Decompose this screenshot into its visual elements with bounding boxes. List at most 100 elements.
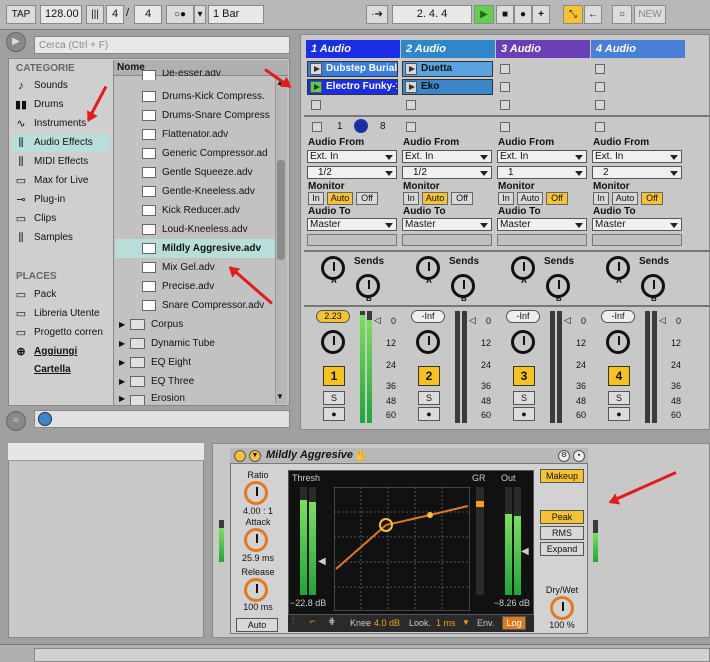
makeup-button[interactable]: Makeup bbox=[540, 469, 584, 483]
arrangement-position[interactable]: 2. 4. 4 bbox=[392, 5, 472, 24]
audio-to-select[interactable]: Master bbox=[307, 218, 397, 231]
attack-value[interactable]: 25.9 ms bbox=[234, 553, 282, 563]
clip-stop-icon[interactable] bbox=[595, 82, 605, 92]
back-to-arrangement-icon[interactable]: ← bbox=[584, 5, 602, 24]
expand-icon[interactable]: ▶ bbox=[119, 334, 125, 353]
drywet-value[interactable]: 100 % bbox=[540, 620, 584, 630]
audio-from-select[interactable]: Ext. In bbox=[497, 150, 587, 163]
scroll-thumb[interactable] bbox=[277, 160, 285, 260]
attack-knob[interactable] bbox=[244, 528, 268, 552]
track-stop-icon[interactable] bbox=[500, 122, 510, 132]
file-item[interactable]: Drums-Kick Compress. bbox=[115, 87, 275, 106]
arm-button[interactable]: ● bbox=[608, 407, 630, 421]
track-activator-button[interactable]: 4 bbox=[608, 366, 630, 386]
scroll-down-icon[interactable]: ▼ bbox=[276, 392, 284, 401]
clip-stop-icon[interactable] bbox=[500, 100, 510, 110]
clip-play-icon[interactable] bbox=[405, 63, 417, 75]
collapsed-view-icon[interactable]: ⫶ bbox=[292, 616, 294, 627]
place-user-library[interactable]: ▭ Libreria Utente bbox=[12, 305, 110, 323]
monitor-in-button[interactable]: In bbox=[403, 192, 419, 205]
transfer-view-icon[interactable]: ⌐ bbox=[310, 616, 315, 626]
audio-to-select[interactable]: Master bbox=[497, 218, 587, 231]
expand-button[interactable]: Expand bbox=[540, 542, 584, 556]
audio-to-select[interactable]: Master bbox=[402, 218, 492, 231]
clip-stop-icon[interactable] bbox=[500, 82, 510, 92]
overdub-button[interactable]: + bbox=[532, 5, 550, 24]
monitor-auto-button[interactable]: Auto bbox=[327, 192, 353, 205]
file-item[interactable]: Kick Reducer.adv bbox=[115, 201, 275, 220]
expand-icon[interactable]: ▶ bbox=[119, 372, 125, 391]
category-clips[interactable]: ▭ Clips bbox=[12, 210, 110, 228]
monitor-auto-button[interactable]: Auto bbox=[422, 192, 448, 205]
record-button[interactable]: ● bbox=[514, 5, 532, 24]
peak-button[interactable]: Peak bbox=[540, 510, 584, 524]
empty-routing-field[interactable] bbox=[307, 234, 397, 246]
file-item[interactable]: Drums-Snare Compress bbox=[115, 106, 275, 125]
category-plug-in[interactable]: ⊸ Plug-in bbox=[12, 191, 110, 209]
transfer-curve-graph[interactable] bbox=[334, 487, 470, 611]
folder-item[interactable]: ▶ Corpus bbox=[115, 315, 275, 334]
lookahead-dropdown-icon[interactable]: ▼ bbox=[462, 618, 470, 627]
pan-knob[interactable] bbox=[416, 330, 440, 354]
ratio-knob[interactable] bbox=[244, 481, 268, 505]
track-header[interactable]: 1 Audio bbox=[306, 40, 400, 58]
auto-release-button[interactable]: Auto bbox=[236, 618, 278, 632]
place-pack[interactable]: ▭ Pack bbox=[12, 286, 110, 304]
hand-icon[interactable]: ✋ bbox=[354, 449, 368, 462]
arm-button[interactable]: ● bbox=[418, 407, 440, 421]
empty-routing-field[interactable] bbox=[592, 234, 682, 246]
cue-dot-icon[interactable] bbox=[354, 119, 368, 133]
knee-value[interactable]: 4.0 dB bbox=[374, 618, 400, 628]
metronome-icon[interactable]: ○● bbox=[166, 5, 194, 24]
track-activator-button[interactable]: 2 bbox=[418, 366, 440, 386]
threshold-slider-icon[interactable]: ◀ bbox=[318, 556, 326, 567]
file-item[interactable]: Generic Compressor.ad bbox=[115, 144, 275, 163]
channel-select[interactable]: 1 bbox=[497, 166, 587, 179]
file-item[interactable]: Flattenator.adv bbox=[115, 125, 275, 144]
audio-to-select[interactable]: Master bbox=[592, 218, 682, 231]
monitor-off-button[interactable]: Off bbox=[641, 192, 663, 205]
volume-field[interactable]: -Inf bbox=[601, 310, 635, 323]
volume-field[interactable]: -Inf bbox=[411, 310, 445, 323]
device-fold-icon[interactable]: ▼ bbox=[249, 450, 261, 462]
browser-search-input[interactable]: Cerca (Ctrl + F) bbox=[34, 36, 290, 54]
file-item[interactable]: Mix Gel.adv bbox=[115, 258, 275, 277]
envelope-log-button[interactable]: Log bbox=[502, 616, 526, 630]
file-item[interactable]: Loud-Kneeless.adv bbox=[115, 220, 275, 239]
category-max-for-live[interactable]: ▭ Max for Live bbox=[12, 172, 110, 190]
pan-knob[interactable] bbox=[321, 330, 345, 354]
monitor-off-button[interactable]: Off bbox=[451, 192, 473, 205]
clip-stop-icon[interactable] bbox=[595, 64, 605, 74]
punch-icon[interactable]: ○ bbox=[612, 5, 632, 24]
track-stop-icon[interactable] bbox=[406, 122, 416, 132]
automation-arm-icon[interactable]: ⤡ bbox=[563, 5, 583, 24]
file-item[interactable]: De-esser.adv bbox=[115, 70, 275, 80]
pan-knob[interactable] bbox=[606, 330, 630, 354]
monitor-auto-button[interactable]: Auto bbox=[517, 192, 543, 205]
volume-field[interactable]: -Inf bbox=[506, 310, 540, 323]
arm-button[interactable]: ● bbox=[323, 407, 345, 421]
monitor-off-button[interactable]: Off bbox=[546, 192, 568, 205]
monitor-in-button[interactable]: In bbox=[593, 192, 609, 205]
expand-icon[interactable]: ▶ bbox=[119, 391, 125, 405]
audio-from-select[interactable]: Ext. In bbox=[402, 150, 492, 163]
follow-icon[interactable]: ·➔ bbox=[366, 5, 388, 24]
clip-stop-icon[interactable] bbox=[595, 100, 605, 110]
preview-toggle-icon[interactable]: ≈ bbox=[6, 411, 26, 431]
quantize-select[interactable]: 1 Bar bbox=[208, 5, 264, 24]
track-stop-icon[interactable] bbox=[595, 122, 605, 132]
category-audio-effects[interactable]: ⫼ Audio Effects bbox=[12, 134, 110, 152]
tap-button[interactable]: TAP bbox=[6, 5, 36, 24]
folder-item[interactable]: ▶ EQ Three bbox=[115, 372, 275, 391]
category-midi-effects[interactable]: ⫼ MIDI Effects bbox=[12, 153, 110, 171]
audio-from-select[interactable]: Ext. In bbox=[592, 150, 682, 163]
nudge-icon[interactable]: ||| bbox=[86, 5, 104, 24]
out-value[interactable]: −8.26 dB bbox=[486, 598, 530, 608]
file-item-selected[interactable]: Mildly Aggresive.adv bbox=[115, 239, 275, 258]
file-item[interactable]: Gentle-Kneeless.adv bbox=[115, 182, 275, 201]
release-knob[interactable] bbox=[244, 578, 268, 602]
channel-select[interactable]: 2 bbox=[592, 166, 682, 179]
monitor-in-button[interactable]: In bbox=[308, 192, 324, 205]
clip-slot[interactable]: Dubstep Burial- bbox=[307, 61, 398, 77]
metronome-dropdown-icon[interactable]: ▾ bbox=[194, 5, 206, 24]
